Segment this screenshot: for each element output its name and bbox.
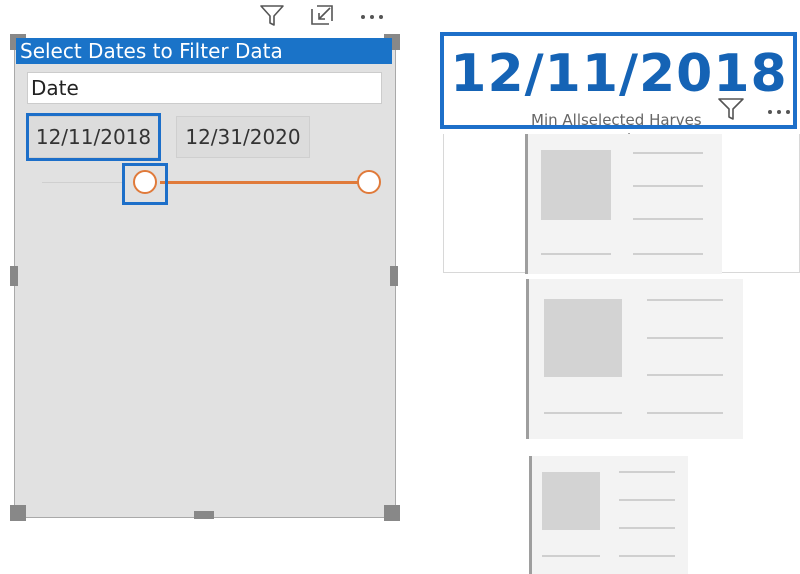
placeholder-line <box>647 374 723 376</box>
placeholder-image <box>544 299 622 377</box>
filter-icon[interactable] <box>716 96 746 122</box>
more-options-icon[interactable] <box>358 2 386 28</box>
placeholder-line <box>541 253 611 255</box>
placeholder-image <box>541 150 611 220</box>
placeholder-line <box>633 152 703 154</box>
slicer-field-name: Date <box>27 72 382 104</box>
slider-end-handle[interactable] <box>357 170 381 194</box>
more-options-icon[interactable] <box>764 104 798 118</box>
filter-icon[interactable] <box>258 2 286 28</box>
date-slicer[interactable] <box>14 38 396 518</box>
placeholder-line <box>633 253 703 255</box>
resize-handle[interactable] <box>10 266 18 286</box>
start-date-highlight <box>26 113 161 161</box>
slider-range <box>160 181 360 184</box>
resize-handle[interactable] <box>10 505 26 521</box>
placeholder-line <box>619 499 675 501</box>
end-date-input[interactable]: 12/31/2020 <box>176 116 310 158</box>
resize-handle[interactable] <box>194 511 214 519</box>
placeholder-line <box>619 527 675 529</box>
card-label: Min Allselected Harves <box>531 111 702 129</box>
slider-start-handle[interactable] <box>133 170 157 194</box>
placeholder-line <box>647 299 723 301</box>
placeholder-edge <box>526 279 529 439</box>
placeholder-line <box>647 412 723 414</box>
placeholder-line <box>542 555 600 557</box>
slider-track <box>42 182 122 183</box>
placeholder-line <box>633 218 703 220</box>
resize-handle[interactable] <box>384 505 400 521</box>
focus-mode-icon[interactable] <box>308 2 336 28</box>
placeholder-edge <box>525 134 528 274</box>
placeholder-line <box>633 185 703 187</box>
placeholder-line <box>647 337 723 339</box>
placeholder-line <box>619 471 675 473</box>
placeholder-image <box>542 472 600 530</box>
placeholder-edge <box>529 456 532 574</box>
slicer-title: Select Dates to Filter Data <box>16 38 392 64</box>
placeholder-line <box>619 555 675 557</box>
placeholder-line <box>544 412 622 414</box>
resize-handle[interactable] <box>390 266 398 286</box>
